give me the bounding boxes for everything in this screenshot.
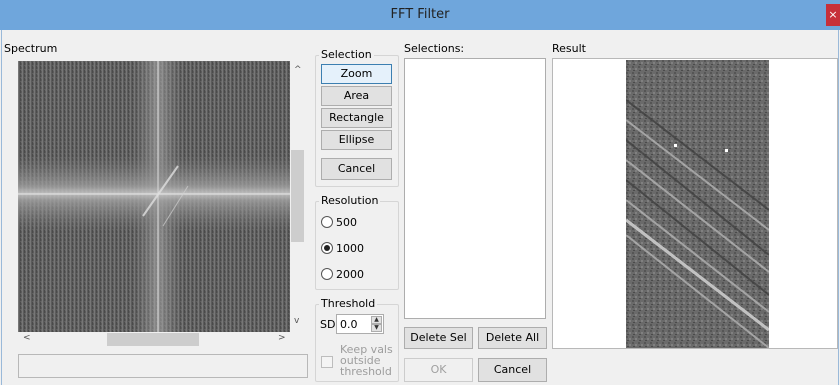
rectangle-button[interactable]: Rectangle	[321, 108, 392, 128]
ellipse-button[interactable]: Ellipse	[321, 130, 392, 150]
spectrum-horizontal-scrollbar[interactable]: < >	[18, 332, 290, 347]
sd-stepper[interactable]: 0.0 ▲ ▼	[336, 314, 384, 334]
result-image	[626, 60, 769, 348]
delete-all-button[interactable]: Delete All	[478, 327, 547, 349]
keep-vals-checkbox[interactable]	[321, 356, 333, 368]
selection-group-title: Selection	[319, 48, 374, 61]
sd-value[interactable]: 0.0	[340, 318, 358, 331]
resolution-group-title: Resolution	[319, 194, 381, 207]
selections-label: Selections:	[404, 42, 465, 55]
scroll-up-icon[interactable]: ^	[294, 65, 302, 75]
result-label: Result	[552, 42, 586, 55]
spectrum-image[interactable]	[18, 61, 290, 332]
status-box	[18, 354, 308, 378]
vertical-scroll-thumb[interactable]	[291, 150, 304, 242]
resolution-500-radio[interactable]	[321, 216, 333, 228]
close-icon[interactable]: ×	[826, 4, 840, 26]
scroll-down-icon[interactable]: v	[294, 316, 299, 326]
footer-cancel-button[interactable]: Cancel	[478, 358, 547, 382]
threshold-group-title: Threshold	[319, 297, 378, 310]
keep-vals-label: Keep vals outside threshold	[340, 344, 393, 377]
resolution-500-label: 500	[336, 216, 357, 229]
window-title: FFT Filter	[390, 7, 450, 22]
area-button[interactable]: Area	[321, 86, 392, 106]
horizontal-scroll-thumb[interactable]	[107, 333, 199, 346]
keep-vals-line-3: threshold	[340, 365, 392, 378]
resolution-1000-radio[interactable]	[321, 242, 333, 254]
sd-label: SD	[320, 318, 336, 331]
spectrum-label: Spectrum	[4, 42, 58, 55]
resolution-2000-radio[interactable]	[321, 268, 333, 280]
ok-button[interactable]: OK	[404, 358, 473, 382]
stepper-down-icon[interactable]: ▼	[371, 324, 382, 332]
delete-sel-button[interactable]: Delete Sel	[404, 327, 473, 349]
result-view	[552, 58, 838, 349]
resolution-2000-label: 2000	[336, 268, 364, 281]
scroll-right-icon[interactable]: >	[278, 333, 286, 343]
zoom-button[interactable]: Zoom	[321, 64, 392, 84]
selection-cancel-button[interactable]: Cancel	[321, 158, 392, 180]
stepper-up-icon[interactable]: ▲	[371, 316, 382, 324]
spectrum-vertical-scrollbar[interactable]: ^ v	[290, 61, 305, 332]
resolution-1000-label: 1000	[336, 242, 364, 255]
selections-list[interactable]	[404, 58, 546, 319]
scroll-left-icon[interactable]: <	[23, 333, 31, 343]
